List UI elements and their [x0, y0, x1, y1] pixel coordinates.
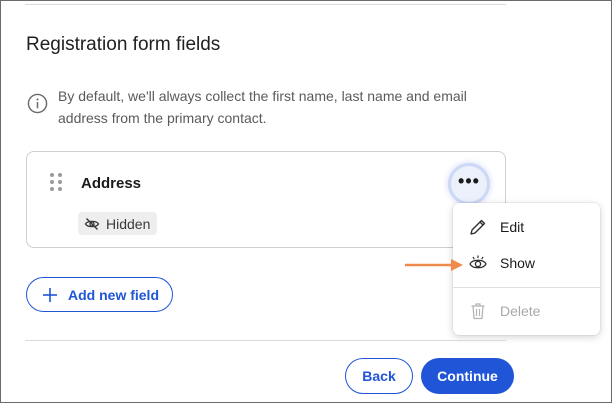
eye-slash-icon	[84, 217, 100, 230]
menu-item-edit[interactable]: Edit	[453, 212, 600, 242]
pencil-icon	[470, 219, 486, 235]
top-divider	[25, 4, 506, 5]
status-badge: Hidden	[78, 212, 157, 235]
bottom-divider	[25, 340, 506, 341]
more-options-button[interactable]: •••	[451, 166, 487, 202]
field-name: Address	[81, 175, 142, 192]
menu-item-label: Show	[500, 255, 536, 271]
back-button[interactable]: Back	[345, 358, 413, 394]
context-menu: Edit Show Delete	[453, 203, 600, 335]
drag-handle-icon[interactable]	[49, 172, 63, 192]
menu-item-label: Edit	[500, 219, 525, 235]
continue-button[interactable]: Continue	[421, 358, 514, 394]
menu-divider	[453, 287, 600, 288]
status-badge-label: Hidden	[106, 215, 151, 232]
add-new-field-label: Add new field	[68, 286, 159, 303]
annotation-arrow-icon	[405, 259, 463, 271]
info-message: By default, we'll always collect the fir…	[58, 88, 467, 126]
more-horizontal-icon: •••	[458, 171, 480, 191]
menu-item-label: Delete	[500, 303, 541, 319]
menu-item-show[interactable]: Show	[453, 248, 600, 278]
add-new-field-button[interactable]: Add new field	[26, 277, 173, 312]
trash-icon	[471, 303, 485, 320]
plus-icon	[43, 287, 57, 302]
info-circle-icon	[27, 93, 48, 114]
section-title: Registration form fields	[26, 34, 221, 55]
eye-icon	[469, 255, 487, 269]
menu-item-delete[interactable]: Delete	[453, 296, 600, 326]
